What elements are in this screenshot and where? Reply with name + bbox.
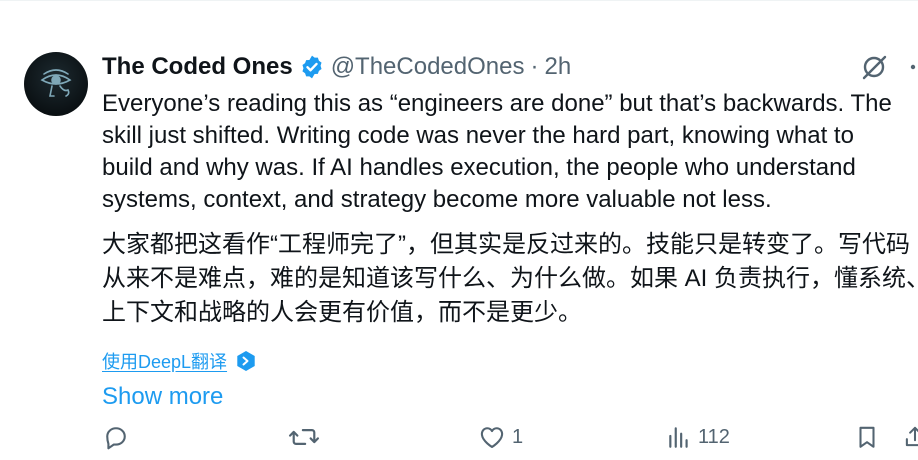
show-more-link[interactable]: Show more xyxy=(102,380,918,414)
separator-dot: · xyxy=(530,53,539,80)
like-button[interactable]: 1 xyxy=(478,420,523,454)
views-icon[interactable] xyxy=(666,423,692,451)
deepl-translate-link[interactable]: 使用DeepL翻译 xyxy=(102,348,918,374)
deepl-icon[interactable] xyxy=(235,350,257,372)
views-button[interactable]: 112 xyxy=(666,420,730,454)
translated-text: 大家都把这看作“工程师完了”，但其实是反过来的。技能只是转变了。写代码 从来不是… xyxy=(102,228,918,330)
reply-button[interactable] xyxy=(102,420,130,454)
share-icon[interactable] xyxy=(902,423,918,451)
divider xyxy=(0,0,918,1)
tweet-text: Everyone’s reading this as “engineers ar… xyxy=(102,88,918,216)
avatar[interactable] xyxy=(24,52,88,116)
tweet-header: The Coded Ones @TheCodedOnes · 2h xyxy=(102,52,918,82)
timestamp[interactable]: 2h xyxy=(545,53,572,81)
tweet-frame: The Coded Ones @TheCodedOnes · 2h Everyo… xyxy=(0,0,918,460)
translate-label[interactable]: 使用DeepL翻译 xyxy=(102,348,227,374)
more-icon[interactable] xyxy=(908,53,918,81)
tweet-line: skill just shifted. Writing code was nev… xyxy=(102,122,854,149)
like-count: 1 xyxy=(512,425,524,448)
verified-badge-icon xyxy=(299,54,325,80)
author-handle[interactable]: @TheCodedOnes xyxy=(331,53,525,81)
tweet-content: The Coded Ones @TheCodedOnes · 2h Everyo… xyxy=(102,52,918,414)
header-actions xyxy=(860,52,918,82)
tweet-line: systems, context, and strategy become mo… xyxy=(102,186,772,213)
retweet-icon[interactable] xyxy=(288,423,320,451)
translated-line: 大家都把这看作“工程师完了”，但其实是反过来的。技能只是转变了。写代码 xyxy=(102,231,910,258)
reply-icon[interactable] xyxy=(102,423,130,451)
bookmark-icon[interactable] xyxy=(854,423,880,451)
eye-of-horus-logo-icon xyxy=(40,69,72,97)
grok-icon[interactable] xyxy=(860,53,888,81)
tweet-line: Everyone’s reading this as “engineers ar… xyxy=(102,90,892,117)
bookmark-button[interactable] xyxy=(854,420,880,454)
views-count: 112 xyxy=(698,425,730,448)
tweet-actions: 1 112 xyxy=(102,420,918,454)
author-name[interactable]: The Coded Ones xyxy=(102,53,293,81)
retweet-button[interactable] xyxy=(288,420,320,454)
share-button[interactable] xyxy=(902,420,918,454)
heart-icon[interactable] xyxy=(478,423,506,451)
translated-line: 从来不是难点，难的是知道该写什么、为什么做。如果 AI 负责执行，懂系统、 xyxy=(102,265,918,292)
tweet-line: build and why was. If AI handles executi… xyxy=(102,154,856,181)
translated-line: 上下文和战略的人会更有价值，而不是更少。 xyxy=(102,299,582,326)
